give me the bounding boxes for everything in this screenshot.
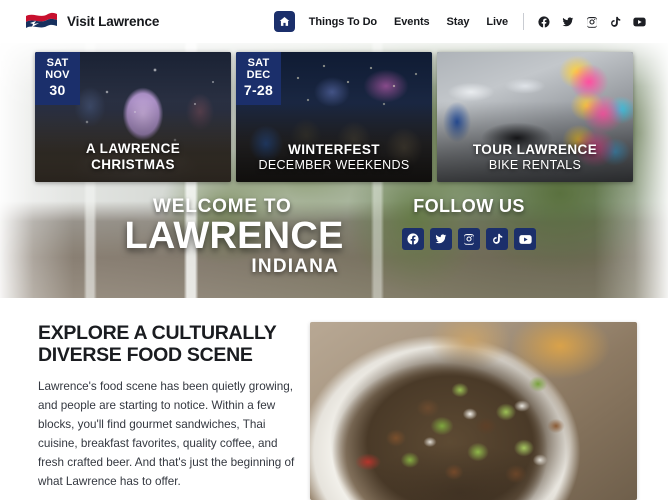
waving-flag-logo-icon <box>24 11 58 33</box>
event-date-badge: SAT DEC 7-28 <box>236 52 281 106</box>
badge-day-of-week: SAT <box>247 57 270 69</box>
food-section: EXPLORE A CULTURALLY DIVERSE FOOD SCENE … <box>0 298 668 500</box>
follow-us-block: FOLLOW US <box>389 195 549 250</box>
event-card-text: A LAWRENCE CHRISTMAS <box>35 141 231 173</box>
hero-section: SAT NOV 30 A LAWRENCE CHRISTMAS SAT DEC … <box>0 43 668 298</box>
hero-content: WELCOME TO LAWRENCE INDIANA FOLLOW US <box>0 195 668 276</box>
event-card-winterfest[interactable]: SAT DEC 7-28 WINTERFEST DECEMBER WEEKEND… <box>236 52 432 182</box>
site-header: Visit Lawrence Things To Do Events Stay … <box>0 0 668 43</box>
salad-bowl-photo <box>310 322 637 500</box>
brand-logo-link[interactable]: Visit Lawrence <box>24 11 159 33</box>
twitter-icon[interactable] <box>561 15 574 28</box>
instagram-icon[interactable] <box>585 15 598 28</box>
nav-divider <box>523 13 524 30</box>
header-social-links <box>537 15 646 28</box>
follow-us-icons <box>389 228 549 250</box>
event-card-subtitle: BIKE RENTALS <box>488 158 582 172</box>
welcome-eyebrow: WELCOME TO <box>153 196 292 217</box>
event-card-text: WINTERFEST DECEMBER WEEKENDS <box>236 142 432 173</box>
food-section-paragraph: Lawrence's food scene has been quietly g… <box>38 380 295 489</box>
event-card-title: WINTERFEST <box>288 142 380 158</box>
welcome-state: INDIANA <box>251 256 339 277</box>
nav-link-things-to-do[interactable]: Things To Do <box>309 16 377 28</box>
youtube-icon[interactable] <box>514 228 536 250</box>
badge-month: DEC <box>246 69 271 82</box>
follow-us-title: FOLLOW US <box>413 196 525 216</box>
brand-name: Visit Lawrence <box>67 14 160 29</box>
welcome-city: LAWRENCE <box>124 215 344 257</box>
event-card-text: TOUR LAWRENCE BIKE RENTALS <box>437 142 633 173</box>
event-card-christmas[interactable]: SAT NOV 30 A LAWRENCE CHRISTMAS <box>35 52 231 182</box>
event-cards: SAT NOV 30 A LAWRENCE CHRISTMAS SAT DEC … <box>0 52 668 182</box>
food-section-heading: EXPLORE A CULTURALLY DIVERSE FOOD SCENE <box>38 322 277 367</box>
badge-day: 7-28 <box>243 81 274 98</box>
facebook-icon[interactable] <box>402 228 424 250</box>
badge-day: 30 <box>49 81 66 98</box>
home-icon <box>279 16 290 27</box>
badge-month: NOV <box>45 69 70 82</box>
nav-link-events[interactable]: Events <box>394 16 430 28</box>
tiktok-icon[interactable] <box>486 228 508 250</box>
nav-links: Things To Do Events Stay Live <box>309 16 508 28</box>
event-card-title: A LAWRENCE CHRISTMAS <box>85 141 181 173</box>
event-card-subtitle: DECEMBER WEEKENDS <box>258 158 410 172</box>
home-button[interactable] <box>273 11 295 32</box>
nav-link-stay[interactable]: Stay <box>447 16 470 28</box>
event-card-tour-lawrence[interactable]: TOUR LAWRENCE BIKE RENTALS <box>437 52 633 182</box>
event-card-title: TOUR LAWRENCE <box>472 142 598 158</box>
food-photo-column <box>310 322 668 500</box>
twitter-icon[interactable] <box>430 228 452 250</box>
youtube-icon[interactable] <box>633 15 646 28</box>
badge-day-of-week: SAT <box>46 57 69 69</box>
instagram-icon[interactable] <box>458 228 480 250</box>
tiktok-icon[interactable] <box>609 15 622 28</box>
nav-link-live[interactable]: Live <box>486 16 508 28</box>
event-date-badge: SAT NOV 30 <box>35 52 80 106</box>
facebook-icon[interactable] <box>537 15 550 28</box>
welcome-block: WELCOME TO LAWRENCE INDIANA <box>119 195 349 276</box>
main-navigation: Things To Do Events Stay Live <box>273 11 646 32</box>
food-copy-column: EXPLORE A CULTURALLY DIVERSE FOOD SCENE … <box>0 322 310 500</box>
